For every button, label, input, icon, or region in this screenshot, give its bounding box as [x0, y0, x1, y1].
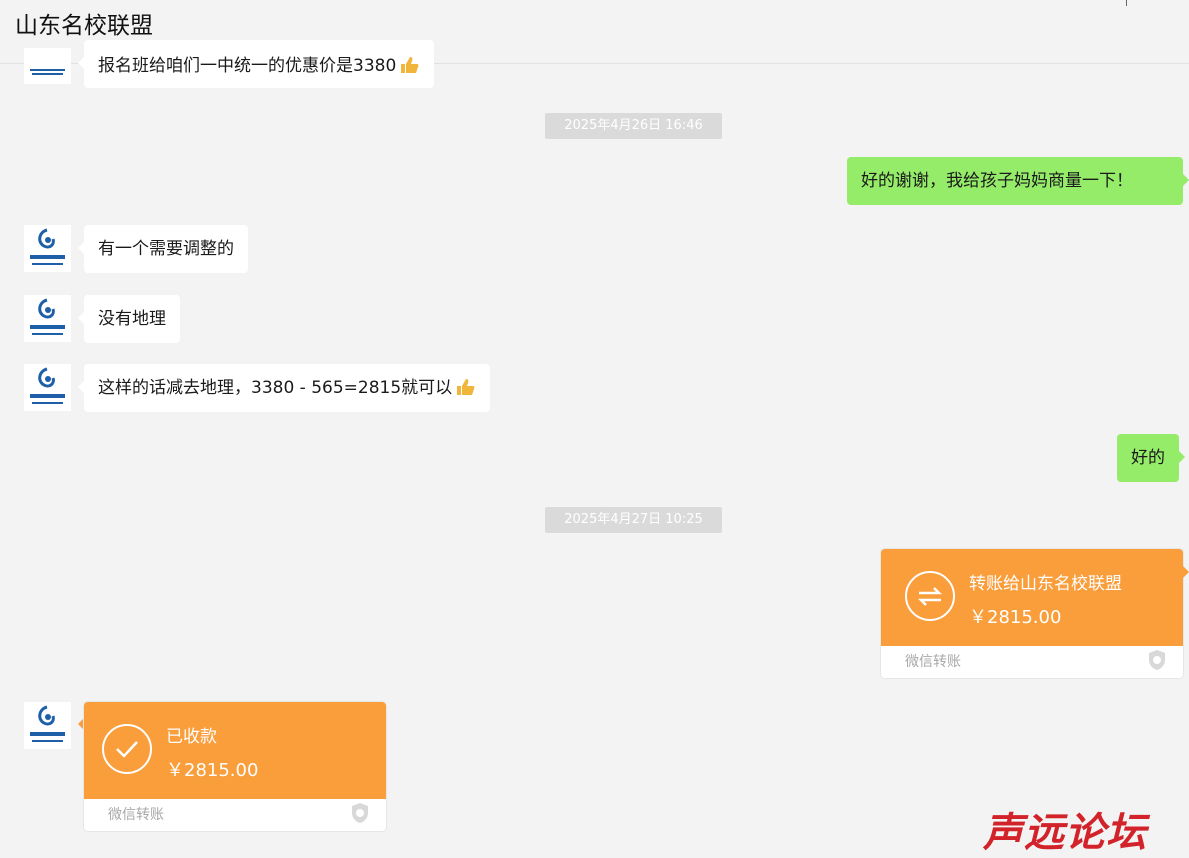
avatar[interactable] — [24, 295, 71, 342]
avatar[interactable] — [24, 225, 71, 272]
school-logo — [30, 298, 65, 335]
transfer-card-received[interactable]: 已收款 ￥2815.00 微信转账 — [84, 702, 386, 831]
timestamp: 2025年4月26日 16:46 — [545, 113, 722, 139]
message-text: 有一个需要调整的 — [98, 239, 234, 259]
message-text: 好的谢谢，我给孩子妈妈商量一下！ — [861, 171, 1133, 191]
transfer-label: 微信转账 — [108, 807, 164, 823]
watermark: 声远论坛 — [983, 809, 1147, 856]
transfer-amount: ￥2815.00 — [166, 760, 259, 781]
avatar[interactable] — [24, 48, 71, 84]
thumbs-up-emoji — [401, 57, 419, 73]
transfer-title: 转账给山东名校联盟 — [969, 574, 1122, 594]
message-text: 这样的话减去地理，3380 - 565=2815就可以 — [98, 378, 453, 398]
school-logo — [30, 367, 65, 404]
transfer-label: 微信转账 — [905, 654, 961, 670]
bubble-tail — [1183, 566, 1189, 578]
thumbs-up-emoji — [457, 379, 475, 395]
transfer-arrows-icon — [905, 571, 955, 621]
school-logo — [30, 69, 65, 75]
message-bubble[interactable]: 没有地理 — [78, 295, 180, 343]
message-text: 好的 — [1131, 448, 1165, 468]
message-bubble[interactable]: 有一个需要调整的 — [78, 225, 248, 273]
check-circle-icon — [102, 724, 152, 774]
message-text: 报名班给咱们一中统一的优惠价是3380 — [98, 56, 397, 76]
school-logo — [30, 705, 65, 742]
message-text: 没有地理 — [98, 309, 166, 329]
message-bubble[interactable]: 这样的话减去地理，3380 - 565=2815就可以 — [77, 364, 491, 412]
transfer-amount: ￥2815.00 — [969, 607, 1062, 628]
transfer-card-sent[interactable]: 转账给山东名校联盟 ￥2815.00 微信转账 — [881, 549, 1183, 678]
timestamp: 2025年4月27日 10:25 — [545, 507, 722, 533]
transfer-title: 已收款 — [166, 727, 217, 747]
avatar[interactable] — [24, 364, 71, 411]
chat-title: 山东名校联盟 — [15, 13, 153, 39]
shield-icon — [352, 803, 368, 823]
message-bubble-self[interactable]: 好的 — [1117, 434, 1185, 482]
header-divider — [1126, 0, 1127, 6]
avatar[interactable] — [24, 702, 71, 749]
message-bubble-self[interactable]: 好的谢谢，我给孩子妈妈商量一下！ — [847, 157, 1189, 205]
message-bubble[interactable]: 报名班给咱们一中统一的优惠价是3380 — [77, 40, 435, 88]
shield-icon — [1149, 650, 1165, 670]
school-logo — [30, 228, 65, 265]
